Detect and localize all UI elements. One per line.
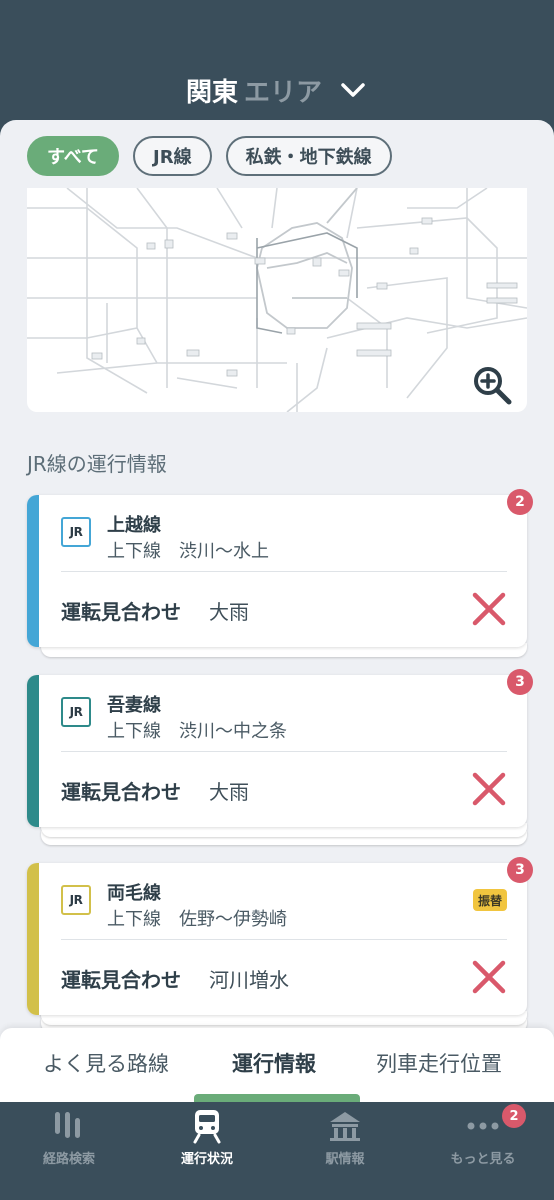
region-suffix: エリア (244, 77, 323, 108)
section: 渋川〜中之条 (179, 721, 287, 742)
notice-count-badge: 3 (507, 669, 533, 695)
reason-text: 大雨 (209, 780, 249, 804)
reason-text: 河川増水 (209, 968, 289, 992)
operation-card[interactable]: JR 吾妻線 上下線 渋川〜中之条 運転見合わせ 大雨 3 (27, 669, 533, 845)
line-name: 吾妻線 (107, 695, 161, 716)
nav-more[interactable]: もっと見る (414, 1102, 552, 1200)
operation-card-body[interactable]: JR 両毛線 上下線 佐野〜伊勢崎 振替 運転見合わせ 河川増水 (27, 863, 527, 1015)
operation-card-body[interactable]: JR 上越線 上下線 渋川〜水上 運転見合わせ 大雨 (27, 495, 527, 647)
jr-logo-icon: JR (61, 697, 91, 727)
jr-logo-text: JR (69, 893, 83, 907)
transfer-tag: 振替 (472, 889, 507, 911)
more-icon (467, 1122, 499, 1130)
bottom-nav: 経路検索 運行状況 駅情報 もっと見る (0, 1102, 554, 1200)
nav-label: 運行状況 (180, 1152, 233, 1167)
region-name: 関東 (185, 77, 238, 108)
header: 関東 エリア (0, 0, 554, 120)
operation-card[interactable]: JR 上越線 上下線 渋川〜水上 運転見合わせ 大雨 2 (27, 489, 533, 665)
filter-chip-private-subway[interactable]: 私鉄・地下鉄線 (225, 136, 392, 176)
suspended-x-icon (472, 960, 506, 994)
line-section: 上下線 渋川〜水上 (107, 537, 269, 563)
filter-chips: すべて JR線 私鉄・地下鉄線 (27, 136, 392, 176)
filter-chip-all[interactable]: すべて (27, 136, 120, 176)
station-icon (330, 1112, 360, 1141)
divider (61, 751, 507, 752)
route-map-lines (27, 188, 527, 412)
reason-text: 大雨 (209, 600, 249, 624)
suspended-x-icon (472, 772, 506, 806)
line-color-bar (27, 675, 39, 827)
route-map[interactable] (27, 188, 527, 412)
tab-train-position[interactable]: 列車走行位置 (376, 1048, 502, 1078)
jr-logo-text: JR (69, 705, 83, 719)
section-title: JR線の運行情報 (27, 452, 167, 476)
notice-count-badge: 3 (507, 857, 533, 883)
train-icon (193, 1110, 221, 1144)
status-text: 運転見合わせ (61, 780, 181, 804)
nav-operation-status[interactable]: 運行状況 (138, 1102, 276, 1200)
tab-favorite-lines[interactable]: よく見る路線 (43, 1048, 169, 1078)
nav-station-info[interactable]: 駅情報 (276, 1102, 414, 1200)
direction: 上下線 (107, 909, 161, 930)
sub-tab-bar: よく見る路線 運行情報 列車走行位置 (0, 1028, 554, 1102)
operation-card-body[interactable]: JR 吾妻線 上下線 渋川〜中之条 運転見合わせ 大雨 (27, 675, 527, 827)
nav-label: もっと見る (450, 1152, 516, 1167)
zoom-in-icon[interactable] (471, 364, 513, 406)
direction: 上下線 (107, 721, 161, 742)
notice-count-badge: 2 (507, 489, 533, 515)
section: 渋川〜水上 (179, 541, 269, 562)
region-selector[interactable]: 関東 エリア (0, 70, 554, 110)
jr-logo-icon: JR (61, 885, 91, 915)
route-search-icon (55, 1112, 80, 1138)
line-section: 上下線 渋川〜中之条 (107, 717, 287, 743)
jr-logo-icon: JR (61, 517, 91, 547)
line-name: 両毛線 (107, 883, 161, 904)
divider (61, 571, 507, 572)
line-color-bar (27, 863, 39, 1015)
content-area: すべて JR線 私鉄・地下鉄線 JR線の運行情報 JR 上越線 上下線 渋川〜水… (0, 120, 554, 1040)
line-color-bar (27, 495, 39, 647)
suspended-x-icon (472, 592, 506, 626)
filter-chip-jr[interactable]: JR線 (133, 136, 212, 176)
chevron-down-icon[interactable] (338, 75, 368, 105)
line-section: 上下線 佐野〜伊勢崎 (107, 905, 287, 931)
status-text: 運転見合わせ (61, 600, 181, 624)
direction: 上下線 (107, 541, 161, 562)
line-name: 上越線 (107, 515, 161, 536)
jr-logo-text: JR (69, 525, 83, 539)
nav-label: 駅情報 (325, 1152, 365, 1167)
section: 佐野〜伊勢崎 (179, 909, 287, 930)
status-text: 運転見合わせ (61, 968, 181, 992)
operation-card[interactable]: JR 両毛線 上下線 佐野〜伊勢崎 振替 運転見合わせ 河川増水 3 (27, 857, 533, 1033)
active-tab-indicator (194, 1094, 360, 1102)
divider (61, 939, 507, 940)
more-badge: 2 (502, 1104, 526, 1128)
tab-operation-info[interactable]: 運行情報 (232, 1048, 316, 1078)
nav-label: 経路検索 (42, 1152, 95, 1167)
nav-route-search[interactable]: 経路検索 (0, 1102, 138, 1200)
